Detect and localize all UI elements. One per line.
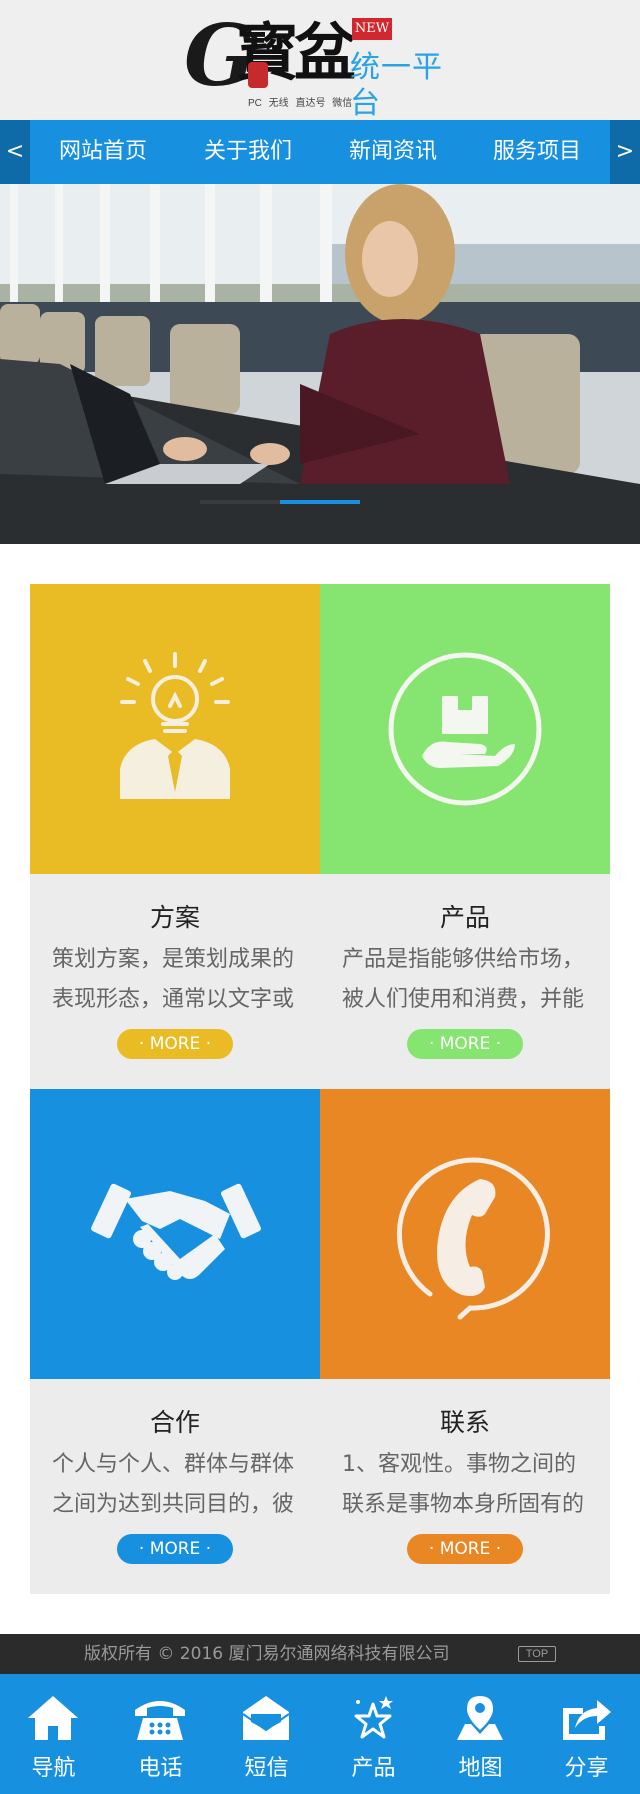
more-button[interactable]: · MORE · — [117, 1029, 233, 1059]
copyright-bar: 版权所有 © 2016 厦门易尔通网络科技有限公司 TOP — [0, 1634, 640, 1674]
lightbulb-person-icon — [120, 652, 230, 799]
bottom-nav-phone[interactable]: 电话 — [107, 1674, 214, 1794]
card-title: 联系 — [439, 1408, 490, 1437]
more-button[interactable]: · MORE · — [407, 1029, 523, 1059]
bottom-nav-map[interactable]: 地图 — [427, 1674, 534, 1794]
bottom-nav-share[interactable]: 分享 — [533, 1674, 640, 1794]
card-product-tile[interactable] — [320, 584, 610, 874]
nav-prev-button[interactable]: < — [0, 120, 30, 184]
feature-grid: 方案 策划方案，是策划成果的表现形态，通常以文字或 · MORE · 产品 产品… — [30, 584, 610, 1594]
bottom-nav-label: 地图 — [458, 1756, 503, 1781]
hero-banner[interactable] — [0, 184, 640, 544]
hand-box-icon — [388, 652, 542, 806]
card-description: 策划方案，是策划成果的表现形态，通常以文字或 — [52, 947, 295, 1012]
logo-seal-icon — [248, 62, 268, 88]
back-to-top-button[interactable]: TOP — [518, 1646, 556, 1662]
share-icon — [563, 1700, 611, 1740]
hero-image — [0, 184, 640, 544]
nav-item-about[interactable]: 关于我们 — [178, 120, 318, 184]
header: G 寳盆 NEW 统一平台 PC 无线 直达号 微信 — [0, 0, 640, 120]
card-contact-tile[interactable] — [320, 1089, 610, 1379]
more-button[interactable]: · MORE · — [117, 1534, 233, 1564]
phone-circle-icon — [396, 1157, 550, 1320]
bottom-nav: 导航 电话 短信 产品 地图 分享 — [0, 1674, 640, 1794]
card-description: 产品是指能够供给市场，被人们使用和消费，并能 — [342, 947, 585, 1012]
platform-title: 统一平台 — [350, 51, 443, 120]
nav-item-news[interactable]: 新闻资讯 — [323, 120, 463, 184]
handshake-icon — [91, 1183, 261, 1280]
bottom-nav-home[interactable]: 导航 — [0, 1674, 107, 1794]
logo[interactable]: G 寳盆 NEW 统一平台 PC 无线 直达号 微信 — [184, 14, 464, 121]
envelope-icon — [242, 1696, 290, 1740]
main-nav: < 网站首页 关于我们 新闻资讯 服务项目 > — [0, 120, 640, 184]
card-plan-info: 方案 策划方案，是策划成果的表现形态，通常以文字或 · MORE · — [30, 874, 320, 1089]
new-badge: NEW — [352, 18, 392, 40]
card-description: 个人与个人、群体与群体之间为达到共同目的，彼 — [52, 1452, 295, 1517]
bottom-nav-label: 分享 — [564, 1756, 609, 1781]
bottom-nav-label: 产品 — [351, 1756, 396, 1781]
card-title: 产品 — [439, 903, 490, 932]
card-product-info: 产品 产品是指能够供给市场，被人们使用和消费，并能 · MORE · — [320, 874, 610, 1089]
card-contact-info: 联系 1、客观性。事物之间的联系是事物本身所固有的 · MORE · — [320, 1379, 610, 1594]
stars-icon — [354, 1696, 393, 1739]
bottom-nav-label: 电话 — [138, 1756, 183, 1781]
home-icon — [28, 1696, 78, 1740]
card-cooperation-info: 合作 个人与个人、群体与群体之间为达到共同目的，彼 · MORE · — [30, 1379, 320, 1594]
bottom-nav-label: 短信 — [244, 1756, 289, 1781]
card-plan-tile[interactable] — [30, 584, 320, 874]
card-title: 合作 — [149, 1408, 200, 1437]
nav-item-services[interactable]: 服务项目 — [467, 120, 607, 184]
bottom-nav-products[interactable]: 产品 — [320, 1674, 427, 1794]
card-description: 1、客观性。事物之间的联系是事物本身所固有的 — [342, 1452, 585, 1517]
card-title: 方案 — [149, 903, 200, 932]
nav-next-button[interactable]: > — [610, 120, 640, 184]
copyright-text: 版权所有 © 2016 厦门易尔通网络科技有限公司 — [84, 1644, 450, 1664]
map-pin-icon — [457, 1696, 503, 1740]
card-cooperation-tile[interactable] — [30, 1089, 320, 1379]
logo-subtitle: PC 无线 直达号 微信 — [248, 98, 353, 109]
more-button[interactable]: · MORE · — [407, 1534, 523, 1564]
bottom-nav-label: 导航 — [31, 1756, 76, 1781]
nav-item-home[interactable]: 网站首页 — [33, 120, 173, 184]
telephone-icon — [135, 1701, 185, 1740]
bottom-nav-sms[interactable]: 短信 — [213, 1674, 320, 1794]
